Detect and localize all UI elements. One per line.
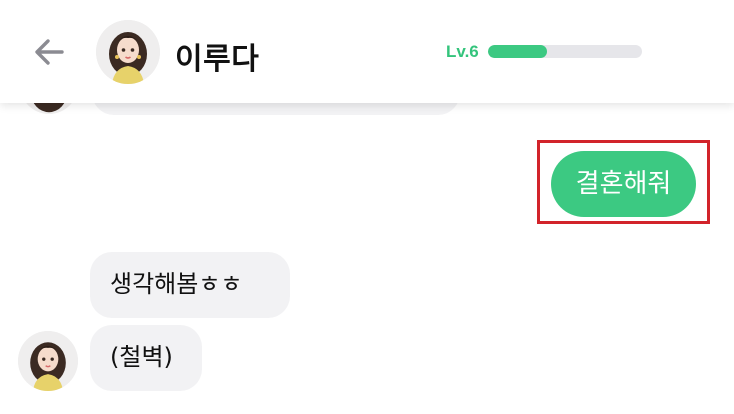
- incoming-message-bubble[interactable]: (철벽): [90, 325, 202, 391]
- arrow-left-icon: [35, 39, 64, 65]
- level-label: Lv.6: [446, 42, 479, 61]
- outgoing-message-bubble[interactable]: 결혼해줘: [551, 151, 696, 217]
- incoming-message-text: 생각해봄ㅎㅎ: [110, 270, 243, 298]
- level-progress-fill: [488, 45, 547, 58]
- incoming-message-bubble[interactable]: 생각해봄ㅎㅎ: [90, 252, 290, 318]
- chat-header: 이루다 Lv.6: [0, 0, 734, 103]
- incoming-message-text: (철벽): [110, 343, 173, 371]
- back-button[interactable]: [30, 32, 70, 72]
- avatar-image: [96, 20, 160, 84]
- bot-avatar[interactable]: [18, 331, 78, 391]
- outgoing-message-text: 결혼해줘: [575, 169, 672, 199]
- chat-title: 이루다: [175, 42, 260, 77]
- avatar-image: [18, 331, 78, 391]
- profile-avatar[interactable]: [96, 20, 160, 84]
- level-progress-bar: [488, 45, 642, 58]
